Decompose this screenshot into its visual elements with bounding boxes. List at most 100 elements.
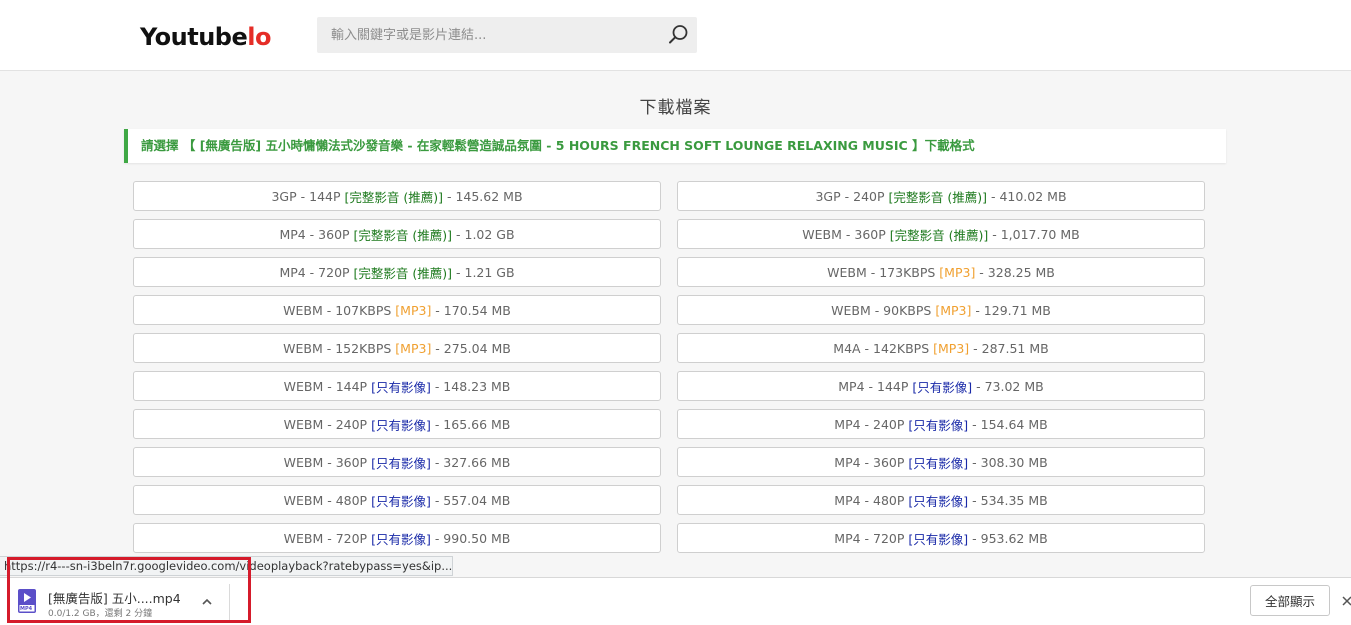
- format-size: - 154.64 MB: [968, 416, 1048, 432]
- format-size: - 328.25 MB: [975, 264, 1055, 280]
- download-separator: [229, 584, 230, 620]
- download-format-button[interactable]: M4A - 142KBPS [MP3] - 287.51 MB: [677, 333, 1205, 363]
- format-label: WEBM - 152KBPS: [283, 340, 396, 356]
- format-label: WEBM - 360P: [802, 226, 890, 242]
- format-tag: [完整影音 (推薦)]: [353, 227, 453, 243]
- site-header: Youtubelo: [0, 0, 1351, 71]
- format-label: MP4 - 144P: [838, 378, 913, 394]
- download-format-button[interactable]: WEBM - 360P [完整影音 (推薦)] - 1,017.70 MB: [677, 219, 1205, 249]
- format-size: - 410.02 MB: [986, 188, 1067, 204]
- download-format-button[interactable]: WEBM - 144P [只有影像] - 148.23 MB: [133, 371, 661, 401]
- format-label: 3GP - 240P: [815, 188, 889, 204]
- format-size: - 557.04 MB: [430, 492, 511, 508]
- download-format-button[interactable]: WEBM - 90KBPS [MP3] - 129.71 MB: [677, 295, 1205, 325]
- format-size: - 327.66 MB: [430, 454, 511, 470]
- format-tag: [只有影像]: [371, 531, 431, 547]
- download-format-button[interactable]: MP4 - 360P [完整影音 (推薦)] - 1.02 GB: [133, 219, 661, 249]
- format-tag: [完整影音 (推薦)]: [353, 265, 453, 281]
- format-tag: [MP3]: [939, 264, 976, 280]
- close-icon[interactable]: [1339, 592, 1351, 610]
- format-size: - 308.30 MB: [968, 454, 1048, 470]
- format-label: MP4 - 720P: [834, 530, 909, 546]
- format-label: MP4 - 480P: [834, 492, 909, 508]
- format-tag: [完整影音 (推薦)]: [888, 189, 987, 205]
- download-format-button[interactable]: WEBM - 360P [只有影像] - 327.66 MB: [133, 447, 661, 477]
- format-size: - 170.54 MB: [431, 302, 511, 318]
- download-file-status: 0.0/1.2 GB，還剩 2 分鐘: [48, 609, 153, 619]
- format-tag: [只有影像]: [908, 455, 969, 471]
- download-bar: MP4 [無廣告版] 五小....mp4 0.0/1.2 GB，還剩 2 分鐘: [0, 577, 1351, 625]
- format-size: - 145.62 MB: [442, 188, 523, 204]
- chevron-up-icon[interactable]: [200, 594, 214, 608]
- format-tag: [只有影像]: [908, 531, 969, 547]
- format-tag: [只有影像]: [908, 417, 969, 433]
- format-label: MP4 - 360P: [279, 226, 354, 242]
- format-tag: [MP3]: [933, 340, 970, 356]
- show-all-button[interactable]: 全部顯示: [1250, 585, 1330, 616]
- format-size: - 275.04 MB: [431, 340, 511, 356]
- format-grid: 3GP - 144P [完整影音 (推薦)] - 145.62 MB 3GP - …: [133, 181, 1205, 553]
- download-format-button[interactable]: WEBM - 720P [只有影像] - 990.50 MB: [133, 523, 661, 553]
- format-size: - 990.50 MB: [430, 530, 511, 546]
- format-size: - 73.02 MB: [972, 378, 1044, 394]
- search-icon[interactable]: [665, 22, 691, 48]
- format-label: WEBM - 360P: [283, 454, 372, 470]
- mp4-file-icon-label: MP4: [20, 605, 33, 612]
- format-tag: [只有影像]: [908, 493, 969, 509]
- mp4-file-icon: MP4: [18, 589, 36, 613]
- format-notice: 請選擇 【 [無廣告版] 五小時慵懶法式沙發音樂 - 在家輕鬆營造誠品氛圍 - …: [124, 129, 1226, 163]
- download-format-button[interactable]: MP4 - 240P [只有影像] - 154.64 MB: [677, 409, 1205, 439]
- download-format-button[interactable]: WEBM - 240P [只有影像] - 165.66 MB: [133, 409, 661, 439]
- download-format-button[interactable]: MP4 - 720P [完整影音 (推薦)] - 1.21 GB: [133, 257, 661, 287]
- format-label: WEBM - 173KBPS: [827, 264, 940, 280]
- format-size: - 165.66 MB: [430, 416, 511, 432]
- format-size: - 1,017.70 MB: [988, 226, 1080, 242]
- format-tag: [MP3]: [935, 302, 972, 318]
- download-format-button[interactable]: 3GP - 144P [完整影音 (推薦)] - 145.62 MB: [133, 181, 661, 211]
- format-tag: [只有影像]: [371, 379, 431, 395]
- format-tag: [只有影像]: [371, 417, 431, 433]
- format-label: WEBM - 144P: [283, 378, 372, 394]
- format-label: WEBM - 480P: [283, 492, 372, 508]
- site-logo[interactable]: Youtubelo: [140, 20, 271, 54]
- format-size: - 1.02 GB: [452, 226, 515, 242]
- format-size: - 953.62 MB: [968, 530, 1048, 546]
- format-tag: [只有影像]: [371, 455, 431, 471]
- scrollbar[interactable]: [1344, 71, 1351, 577]
- download-item[interactable]: MP4 [無廣告版] 五小....mp4 0.0/1.2 GB，還剩 2 分鐘: [14, 586, 230, 620]
- download-format-button[interactable]: WEBM - 107KBPS [MP3] - 170.54 MB: [133, 295, 661, 325]
- search-box: [317, 17, 697, 53]
- format-label: 3GP - 144P: [271, 188, 345, 204]
- format-tag: [只有影像]: [371, 493, 431, 509]
- download-format-button[interactable]: WEBM - 480P [只有影像] - 557.04 MB: [133, 485, 661, 515]
- format-size: - 1.21 GB: [452, 264, 515, 280]
- format-label: MP4 - 360P: [834, 454, 909, 470]
- search-input[interactable]: [317, 17, 657, 53]
- format-size: - 129.71 MB: [971, 302, 1051, 318]
- format-label: WEBM - 90KBPS: [831, 302, 936, 318]
- download-format-button[interactable]: WEBM - 173KBPS [MP3] - 328.25 MB: [677, 257, 1205, 287]
- format-tag: [完整影音 (推薦)]: [889, 227, 989, 243]
- status-url: https://r4---sn-i3beln7r.googlevideo.com…: [0, 556, 453, 576]
- page-title: 下載檔案: [639, 98, 712, 118]
- download-format-button[interactable]: MP4 - 720P [只有影像] - 953.62 MB: [677, 523, 1205, 553]
- download-format-button[interactable]: MP4 - 144P [只有影像] - 73.02 MB: [677, 371, 1205, 401]
- download-format-button[interactable]: MP4 - 360P [只有影像] - 308.30 MB: [677, 447, 1205, 477]
- logo-accent: lo: [247, 23, 271, 51]
- format-label: WEBM - 107KBPS: [283, 302, 396, 318]
- format-size: - 287.51 MB: [969, 340, 1049, 356]
- format-tag: [完整影音 (推薦)]: [344, 189, 443, 205]
- format-tag: [MP3]: [395, 340, 432, 356]
- format-label: WEBM - 720P: [283, 530, 372, 546]
- format-label: MP4 - 720P: [279, 264, 354, 280]
- logo-main: Youtube: [140, 23, 248, 51]
- format-tag: [MP3]: [395, 302, 432, 318]
- download-file-name: [無廣告版] 五小....mp4: [48, 591, 181, 606]
- format-label: WEBM - 240P: [283, 416, 372, 432]
- format-size: - 148.23 MB: [430, 378, 511, 394]
- download-format-button[interactable]: MP4 - 480P [只有影像] - 534.35 MB: [677, 485, 1205, 515]
- format-size: - 534.35 MB: [968, 492, 1048, 508]
- download-format-button[interactable]: WEBM - 152KBPS [MP3] - 275.04 MB: [133, 333, 661, 363]
- download-format-button[interactable]: 3GP - 240P [完整影音 (推薦)] - 410.02 MB: [677, 181, 1205, 211]
- format-tag: [只有影像]: [912, 379, 973, 395]
